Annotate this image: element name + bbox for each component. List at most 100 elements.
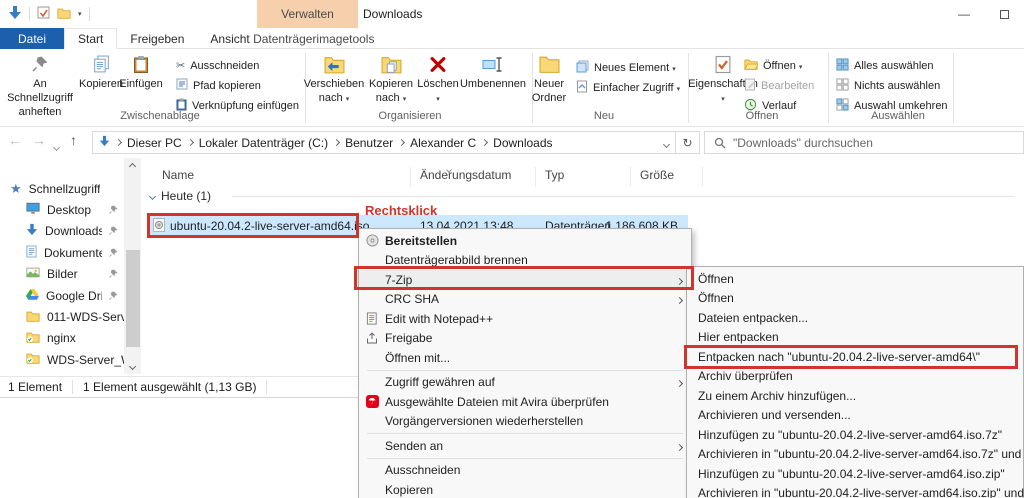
easy-access-button[interactable]: Einfacher Zugriff ▾ [576,79,680,96]
menu-item-label: Freigabe [385,331,433,346]
search-input[interactable] [705,132,1023,153]
menu-item-datentraegerabbild-brennen[interactable]: Datenträgerabbild brennen [359,251,691,271]
customize-qat-icon[interactable]: ▾ [78,10,82,18]
submenu-item-hinzufuegen-7z[interactable]: Hinzufügen zu "ubuntu-20.04.2-live-serve… [687,425,1023,445]
submenu-item-archivieren-versenden[interactable]: Archivieren und versenden... [687,406,1023,426]
sidebar-scrollbar[interactable] [124,158,141,374]
column-header-type[interactable]: Typ [545,168,564,182]
edit-button[interactable]: Bearbeiten [744,77,814,94]
breadcrumb-alexander-c[interactable]: Alexander C [410,136,476,150]
paste-button[interactable]: Einfügen [119,52,163,92]
copy-to-button[interactable]: Kopieren nach ▾ [363,52,419,106]
move-to-icon [324,52,345,76]
cut-button[interactable]: ✂ Ausschneiden [176,57,259,74]
column-divider[interactable] [630,167,631,187]
sidebar-item-011-wds-server[interactable]: 011-WDS-Server [0,306,124,327]
menu-item-vorgaengerversionen[interactable]: Vorgängerversionen wiederherstellen [359,412,691,432]
menu-item-bereitstellen[interactable]: Bereitstellen [359,231,691,251]
submenu-item-oeffnen-2[interactable]: Öffnen [687,289,1023,309]
back-button[interactable]: ← [8,132,22,148]
divider [266,380,268,394]
submenu-item-oeffnen-1[interactable]: Öffnen [687,269,1023,289]
new-item-button[interactable]: Neues Element ▾ [576,59,676,76]
move-to-button[interactable]: Verschieben nach ▾ [304,52,364,106]
sidebar-item-wds-server-win[interactable]: WDS-Server_Win [0,349,124,370]
submenu-item-hinzufuegen-zip[interactable]: Hinzufügen zu "ubuntu-20.04.2-live-serve… [687,464,1023,484]
select-none-button[interactable]: Nichts auswählen [836,77,940,94]
collapse-group-icon[interactable] [148,192,157,200]
column-divider[interactable] [410,167,411,187]
column-header-date[interactable]: Änderungsdatum [420,168,511,182]
menu-item-edit-with-notepad[interactable]: Edit with Notepad++ [359,309,691,329]
column-divider[interactable] [535,167,536,187]
maximize-button[interactable] [984,0,1024,28]
new-folder-button[interactable]: Neuer Ordner [524,52,574,106]
sidebar-item-nginx[interactable]: nginx [0,328,124,349]
sidebar-item-dokumente[interactable]: Dokumente [0,242,124,263]
tab-start[interactable]: Start [64,28,118,49]
pin-icon [109,267,118,281]
submenu-item-archiv-ueberpruefen[interactable]: Archiv überprüfen [687,367,1023,387]
breadcrumb-separator-icon [481,138,489,147]
menu-item-senden-an[interactable]: Senden an [359,436,691,456]
sidebar-item-bilder[interactable]: Bilder [0,264,124,285]
submenu-item-hier-entpacken[interactable]: Hier entpacken [687,328,1023,348]
menu-item-label: CRC SHA [385,292,440,307]
properties-check-icon[interactable] [37,6,50,22]
menu-item-oeffnen-mit[interactable]: Öffnen mit... [359,348,691,368]
copy-path-button[interactable]: Pfad kopieren [176,77,261,94]
dropdown-arrow-icon: ▾ [676,85,681,93]
column-divider[interactable] [702,167,703,187]
submenu-item-archivieren-7z-versenden[interactable]: Archivieren in "ubuntu-20.04.2-live-serv… [687,445,1024,465]
menu-item-7zip[interactable]: 7-Zip [359,270,691,290]
sidebar-item-downloads[interactable]: Downloads [0,221,124,242]
menu-item-freigabe[interactable]: Freigabe [359,329,691,349]
button-label: Bearbeiten [761,79,815,92]
copy-button[interactable]: Kopieren [79,52,123,92]
submenu-item-archivieren-zip-versenden[interactable]: Archivieren in "ubuntu-20.04.2-live-serv… [687,484,1024,498]
breadcrumb-downloads[interactable]: Downloads [493,136,552,150]
tab-datentraegerimagetools[interactable]: Datenträgerimagetools [253,28,374,49]
address-bar-row: ← → ↑ Dieser PC Lokaler Datenträger (C:)… [0,127,1024,158]
rename-button[interactable]: Umbenennen [457,52,529,92]
menu-item-avira-pruefen[interactable]: ☂ Ausgewählte Dateien mit Avira überprüf… [359,392,691,412]
sidebar-item-wds-ubuntu[interactable]: WDS-Ubuntu [0,371,124,374]
scroll-up-button[interactable] [124,158,141,174]
sidebar-item-schnellzugriff[interactable]: ★ Schnellzugriff [0,178,124,199]
submenu-item-entpacken-nach[interactable]: Entpacken nach "ubuntu-20.04.2-live-serv… [687,347,1023,367]
menu-item-kopieren[interactable]: Kopieren [359,480,691,498]
breadcrumb-benutzer[interactable]: Benutzer [345,136,393,150]
address-dropdown-button[interactable] [662,136,671,150]
sidebar-item-desktop[interactable]: Desktop [0,199,124,220]
select-all-button[interactable]: Alles auswählen [836,57,934,74]
menu-item-ausschneiden[interactable]: Ausschneiden [359,461,691,481]
submenu-item-dateien-entpacken[interactable]: Dateien entpacken... [687,308,1023,328]
menu-item-zugriff-gewaehren[interactable]: Zugriff gewähren auf [359,373,691,393]
up-button[interactable]: ↑ [70,132,77,148]
pin-to-quick-access-button[interactable]: An Schnellzugriff anheften [0,52,80,119]
scroll-down-button[interactable] [124,358,141,374]
forward-button[interactable]: → [32,132,46,148]
context-menu: Bereitstellen Datenträgerabbild brennen … [358,228,692,498]
refresh-button[interactable]: ↻ [676,131,700,154]
tab-datei[interactable]: Datei [0,28,65,49]
tab-freigeben[interactable]: Freigeben [117,28,197,49]
divider [88,7,90,21]
history-dropdown-button[interactable] [52,139,61,153]
new-folder-icon[interactable] [57,7,71,22]
button-label: Neues Element ▾ [594,61,676,74]
sidebar-item-google-drive[interactable]: Google Drive [0,285,124,306]
address-box[interactable]: Dieser PC Lokaler Datenträger (C:) Benut… [92,131,676,154]
minimize-button[interactable]: — [944,0,984,28]
column-header-size[interactable]: Größe [640,168,674,182]
submenu-item-zu-archiv-hinzufuegen[interactable]: Zu einem Archiv hinzufügen... [687,386,1023,406]
group-header-heute[interactable]: Heute (1) [148,189,211,203]
delete-button[interactable]: Löschen ▾ [417,52,459,106]
menu-item-crc-sha[interactable]: CRC SHA [359,290,691,310]
breadcrumb-dieser-pc[interactable]: Dieser PC [127,136,182,150]
scrollbar-thumb[interactable] [125,250,140,347]
selection-summary: 1 Element ausgewählt (1,13 GB) [83,380,257,394]
open-button[interactable]: Öffnen ▾ [744,57,802,74]
column-header-name[interactable]: Name [162,168,194,182]
breadcrumb-laufwerk-c[interactable]: Lokaler Datenträger (C:) [199,136,328,150]
